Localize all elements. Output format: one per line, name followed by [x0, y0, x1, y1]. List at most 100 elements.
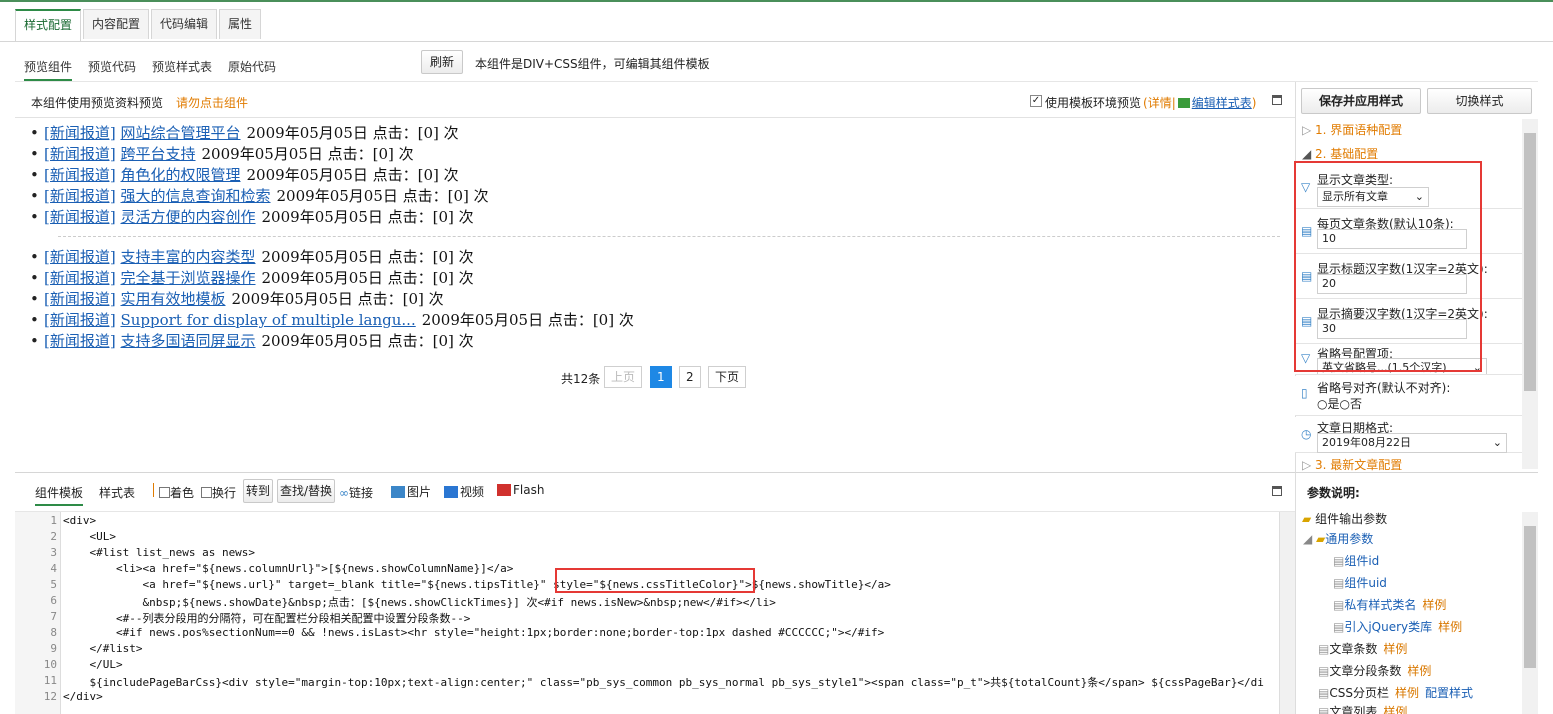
goto-button[interactable]: 转到 [243, 479, 273, 503]
news-title-link[interactable]: 支持丰富的内容类型 [121, 248, 256, 266]
pager-page-2[interactable]: 2 [679, 366, 701, 388]
wrap-toggle[interactable]: 换行 [201, 484, 236, 501]
component-note: 本组件是DIV+CSS组件，可编辑其组件模板 [475, 57, 710, 71]
find-replace-button[interactable]: 查找/替换 [277, 479, 335, 503]
image-button[interactable]: 图片 [391, 483, 431, 500]
news-category-link[interactable]: [新闻报道] [44, 311, 116, 329]
detail-links: (详情| 编辑样式表) [1143, 94, 1256, 111]
pager-next-button[interactable]: 下页 [708, 366, 747, 388]
news-category-link[interactable]: [新闻报道] [44, 269, 116, 287]
chevron-down-icon: ⌄ [1492, 436, 1502, 449]
tab-raw-code[interactable]: 原始代码 [228, 58, 276, 75]
news-title-link[interactable]: 网站综合管理平台 [121, 124, 241, 142]
news-category-link[interactable]: [新闻报道] [44, 248, 116, 266]
tab-preview-component[interactable]: 预览组件 [24, 58, 73, 81]
news-meta: 2009年05月05日 点击：[0] 次 [261, 248, 474, 266]
color-toggle[interactable]: 着色 [159, 484, 194, 501]
news-title-link[interactable]: 跨平台支持 [121, 145, 196, 163]
news-title-link[interactable]: 完全基于浏览器操作 [121, 269, 256, 287]
preview-warning: 请勿点击组件 [176, 96, 249, 110]
collapse-icon: ◢ [1302, 147, 1316, 161]
tree-item[interactable]: ▤CSS分页栏 样例 配置样式 [1318, 683, 1473, 703]
params-title: 参数说明: [1307, 486, 1360, 500]
tree-item[interactable]: ▤组件uid [1333, 573, 1387, 593]
tree-root[interactable]: ▰ 组件输出参数 [1302, 509, 1387, 529]
config-date-format: ◷ 文章日期格式: 2019年08月22日 ⌄ [1295, 417, 1522, 453]
news-title-link[interactable]: 强大的信息查询和检索 [121, 187, 271, 205]
code-line: </div> [63, 690, 103, 703]
tab-preview-code[interactable]: 预览代码 [88, 58, 136, 75]
tree-item[interactable]: ▤文章分段条数 样例 [1318, 661, 1431, 681]
link-icon: ∞ [339, 486, 349, 500]
image-icon [391, 486, 405, 498]
list-item: • [新闻报道] 跨平台支持 2009年05月05日 点击：[0] 次 [30, 145, 414, 163]
document-icon: ▤ [1318, 705, 1330, 714]
align-icon: ▯ [1301, 386, 1308, 400]
pager-prev-button[interactable]: 上页 [604, 366, 643, 388]
tree-item[interactable]: ▤文章条数 样例 [1318, 639, 1407, 659]
news-meta: 2009年05月05日 点击：[0] 次 [261, 332, 474, 350]
switch-style-button[interactable]: 切换样式 [1427, 88, 1532, 114]
news-title-link[interactable]: Support for display of multiple langu... [121, 311, 416, 329]
refresh-button[interactable]: 刷新 [421, 50, 463, 74]
news-category-link[interactable]: [新闻报道] [44, 145, 116, 163]
save-apply-button[interactable]: 保存并应用样式 [1301, 88, 1421, 114]
use-env-checkbox[interactable]: ✓ [1030, 95, 1042, 107]
date-format-select[interactable]: 2019年08月22日 ⌄ [1317, 433, 1507, 453]
config-scrollbar-thumb[interactable] [1524, 133, 1536, 391]
maximize-icon[interactable] [1272, 486, 1282, 496]
document-icon: ▤ [1333, 620, 1345, 634]
tree-common[interactable]: ◢ ▰通用参数 [1303, 529, 1373, 549]
news-title-link[interactable]: 实用有效地模板 [121, 290, 226, 308]
tab-properties[interactable]: 属性 [219, 9, 262, 39]
code-line: </#list> [63, 642, 143, 655]
code-line: </UL> [63, 658, 123, 671]
section-language[interactable]: ▷ 1. 界面语种配置 [1302, 119, 1520, 141]
radio-no[interactable]: ○ [1340, 397, 1350, 411]
checkbox [201, 487, 212, 498]
news-category-link[interactable]: [新闻报道] [44, 124, 116, 142]
tab-component-template[interactable]: 组件模板 [35, 484, 84, 506]
news-category-link[interactable]: [新闻报道] [44, 208, 116, 226]
tab-code-edit[interactable]: 代码编辑 [151, 9, 218, 39]
news-title-link[interactable]: 灵活方便的内容创作 [121, 208, 256, 226]
tree-item[interactable]: ▤文章列表 样例 [1318, 705, 1407, 714]
flash-button[interactable]: Flash [497, 483, 544, 497]
detail-link[interactable]: 详情 [1148, 96, 1172, 110]
checkbox [159, 487, 170, 498]
flash-icon [497, 484, 511, 496]
list-item: • [新闻报道] 支持丰富的内容类型 2009年05月05日 点击：[0] 次 [30, 248, 474, 266]
news-category-link[interactable]: [新闻报道] [44, 166, 116, 184]
list-item: • [新闻报道] 网站综合管理平台 2009年05月05日 点击：[0] 次 [30, 124, 459, 142]
editor-scrollbar[interactable] [1280, 512, 1295, 714]
news-category-link[interactable]: [新闻报道] [44, 290, 116, 308]
news-title-link[interactable]: 支持多国语同屏显示 [121, 332, 256, 350]
list-item: • [新闻报道] 角色化的权限管理 2009年05月05日 点击：[0] 次 [30, 166, 459, 184]
tree-item[interactable]: ▤私有样式类名 样例 [1333, 595, 1446, 615]
list-item: • [新闻报道] 强大的信息查询和检索 2009年05月05日 点击：[0] 次 [30, 187, 489, 205]
pager-total: 共12条 [561, 372, 601, 386]
radio-yes[interactable]: ○ [1317, 397, 1327, 411]
video-button[interactable]: 视频 [444, 483, 484, 500]
news-category-link[interactable]: [新闻报道] [44, 187, 116, 205]
news-title-link[interactable]: 角色化的权限管理 [121, 166, 241, 184]
code-line: <div> [63, 514, 97, 527]
section-latest[interactable]: ▷ 3. 最新文章配置 [1302, 455, 1520, 472]
use-env-label: 使用模板环境预览 [1045, 96, 1142, 110]
maximize-icon[interactable] [1272, 95, 1282, 105]
pager-page-1[interactable]: 1 [650, 366, 672, 388]
tree-item[interactable]: ▤组件id [1333, 551, 1379, 571]
clock-icon: ◷ [1301, 427, 1312, 441]
detail-close: ) [1251, 96, 1257, 110]
tab-stylesheet[interactable]: 样式表 [99, 484, 135, 501]
link-button[interactable]: ∞链接 [339, 484, 373, 501]
code-editor[interactable]: 1 2 3 4 5 6 7 8 9 10 11 12 <div> <UL> <#… [15, 512, 1280, 714]
news-category-link[interactable]: [新闻报道] [44, 332, 116, 350]
tree-item[interactable]: ▤引入jQuery类库 样例 [1333, 617, 1462, 637]
tab-style-config[interactable]: 样式配置 [15, 9, 82, 41]
tab-preview-css[interactable]: 预览样式表 [152, 58, 212, 75]
params-scrollbar-thumb[interactable] [1524, 526, 1536, 668]
edit-css-link[interactable]: 编辑样式表 [1192, 96, 1252, 110]
document-icon: ▤ [1333, 554, 1345, 568]
tab-content-config[interactable]: 内容配置 [83, 9, 150, 39]
